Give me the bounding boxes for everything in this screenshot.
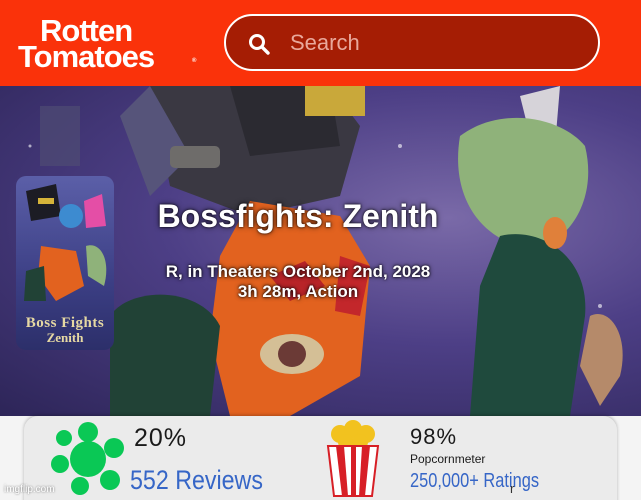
logo-registered-mark: ® — [192, 58, 197, 64]
green-splat-icon — [51, 422, 124, 495]
runtime-genre: 3h 28m, Action — [237, 282, 359, 301]
overlapped-text-fragment: r — [510, 481, 515, 496]
ratings-count-link[interactable]: 250,000+ Ratings — [410, 470, 539, 493]
movie-poster[interactable]: Boss Fights Zenith — [16, 176, 114, 350]
logo-line-2: Tomatoes — [18, 39, 155, 74]
audience-score: 98% — [410, 424, 458, 449]
search-bar[interactable] — [224, 14, 600, 71]
rotten-tomatoes-logo[interactable]: Rotten Tomatoes ® — [18, 14, 198, 74]
movie-title: Bossfights: Zenith — [157, 198, 439, 234]
reviews-count-link[interactable]: 552 Reviews — [130, 465, 263, 496]
movie-meta: R, in Theaters October 2nd, 2028 3h 28m,… — [118, 262, 478, 302]
rating-release-date: R, in Theaters October 2nd, 2028 — [165, 262, 431, 281]
popcornmeter-label: Popcornmeter — [410, 452, 486, 466]
popcorn-bucket-icon — [326, 420, 380, 497]
poster-title-line-2: Zenith — [46, 330, 84, 345]
movie-hero-banner: Boss Fights Zenith Bossfights: Zenith R,… — [0, 86, 641, 416]
poster-title: Boss Fights Zenith — [16, 315, 114, 346]
site-header: Rotten Tomatoes ® — [0, 0, 641, 86]
imgflip-watermark: imgflip.com — [4, 484, 55, 495]
tomatometer-score: 20% — [134, 424, 188, 452]
search-input[interactable] — [290, 28, 580, 58]
search-icon[interactable] — [248, 33, 270, 55]
